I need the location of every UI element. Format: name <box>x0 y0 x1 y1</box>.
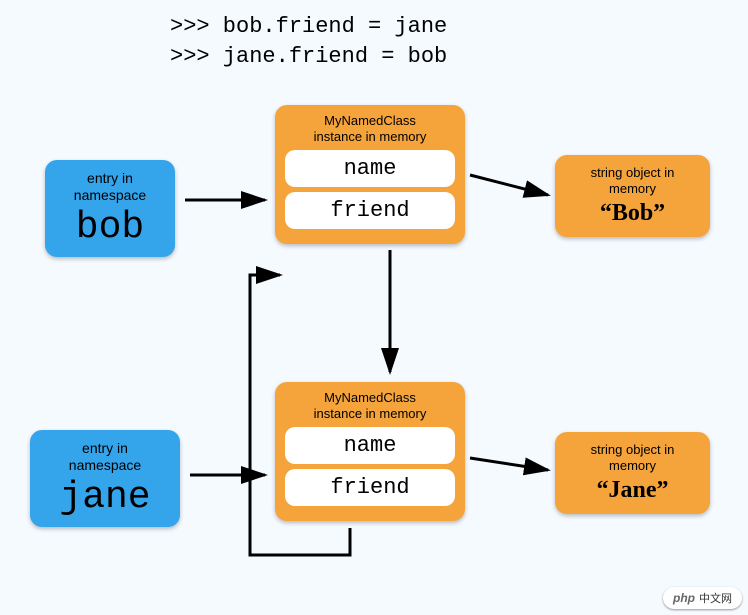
watermark-text: 中文网 <box>699 590 732 606</box>
code-line-2: >>> jane.friend = bob <box>170 42 447 72</box>
namespace-var-bob: bob <box>57 206 163 249</box>
watermark-logo: php <box>673 591 695 605</box>
namespace-var-jane: jane <box>42 476 168 519</box>
string-label: string object in memory <box>569 442 696 473</box>
namespace-label: entry in namespace <box>57 170 163 204</box>
code-line-1: >>> bob.friend = jane <box>170 12 447 42</box>
instance-header: MyNamedClass instance in memory <box>285 113 455 144</box>
code-example: >>> bob.friend = jane >>> jane.friend = … <box>170 12 447 71</box>
string-value-bob: “Bob” <box>569 200 696 227</box>
string-object-jane: string object in memory “Jane” <box>555 432 710 514</box>
instance-bob: MyNamedClass instance in memory name fri… <box>275 105 465 244</box>
instance-header: MyNamedClass instance in memory <box>285 390 455 421</box>
string-object-bob: string object in memory “Bob” <box>555 155 710 237</box>
namespace-label: entry in namespace <box>42 440 168 474</box>
namespace-entry-bob: entry in namespace bob <box>45 160 175 257</box>
attr-friend: friend <box>285 192 455 229</box>
attr-name: name <box>285 150 455 187</box>
namespace-entry-jane: entry in namespace jane <box>30 430 180 527</box>
watermark: php 中文网 <box>663 587 742 609</box>
string-value-jane: “Jane” <box>569 477 696 504</box>
attr-name: name <box>285 427 455 464</box>
string-label: string object in memory <box>569 165 696 196</box>
attr-friend: friend <box>285 469 455 506</box>
instance-jane: MyNamedClass instance in memory name fri… <box>275 382 465 521</box>
